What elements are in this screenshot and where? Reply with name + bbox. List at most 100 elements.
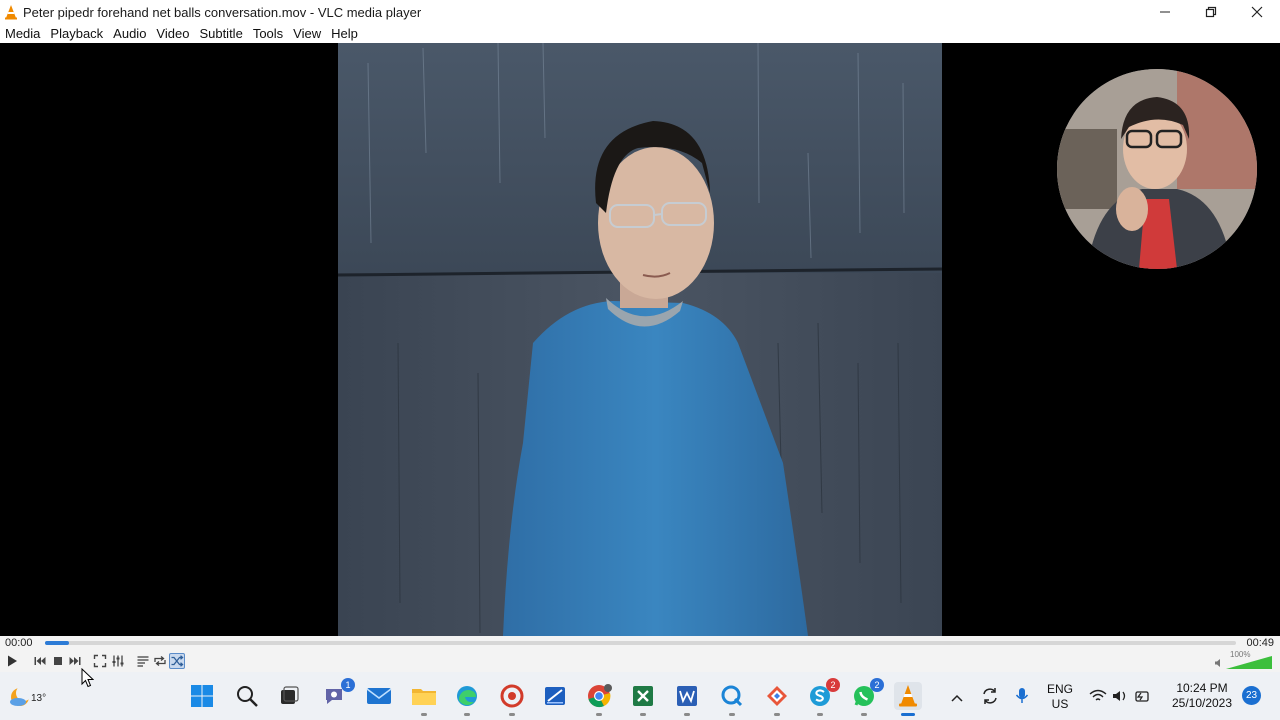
restore-icon bbox=[1205, 6, 1217, 18]
chrome-button[interactable] bbox=[585, 682, 613, 716]
show-hidden-icons-button[interactable] bbox=[950, 690, 964, 702]
chrome-icon bbox=[588, 684, 612, 708]
word-button[interactable] bbox=[673, 682, 701, 716]
vlc-icon bbox=[899, 685, 917, 707]
stop-button[interactable] bbox=[50, 653, 66, 669]
vlc-taskbar-button[interactable] bbox=[894, 682, 922, 716]
menu-audio[interactable]: Audio bbox=[108, 26, 151, 41]
word-icon bbox=[677, 686, 697, 706]
quick-settings-button[interactable] bbox=[1088, 686, 1154, 706]
seek-progress bbox=[45, 641, 69, 645]
weather-temperature: 13° bbox=[31, 693, 47, 704]
windows-icon bbox=[191, 685, 213, 707]
close-icon bbox=[1251, 6, 1263, 18]
folder-icon bbox=[412, 689, 436, 705]
task-view-icon bbox=[281, 686, 299, 704]
loop-button[interactable] bbox=[152, 653, 168, 669]
search-icon bbox=[237, 686, 258, 707]
playlist-button[interactable] bbox=[135, 653, 151, 669]
restore-button[interactable] bbox=[1188, 0, 1234, 24]
app-red-button[interactable] bbox=[498, 682, 526, 716]
previous-button[interactable] bbox=[32, 653, 48, 669]
quick-assist-icon bbox=[721, 685, 743, 707]
quick-assist-button[interactable] bbox=[718, 682, 746, 716]
next-icon bbox=[69, 657, 81, 665]
webcam-overlay bbox=[1057, 69, 1257, 269]
loop-icon bbox=[154, 655, 166, 667]
network-volume-battery-icons bbox=[1089, 689, 1149, 702]
skype-badge: 2 bbox=[826, 678, 840, 692]
volume-control[interactable]: 100% bbox=[1214, 650, 1274, 670]
window-controls bbox=[1142, 0, 1280, 24]
microphone-tray-button[interactable] bbox=[1014, 686, 1030, 706]
title-bar: Peter pipedr forehand net balls conversa… bbox=[0, 0, 1280, 24]
fullscreen-button[interactable] bbox=[92, 653, 108, 669]
play-button[interactable] bbox=[4, 653, 20, 669]
teams-badge: 1 bbox=[341, 678, 355, 692]
clock-time: 10:24 PM bbox=[1176, 681, 1228, 695]
running-indicator bbox=[596, 713, 602, 716]
running-indicator bbox=[421, 713, 427, 716]
language-indicator[interactable]: ENG US bbox=[1040, 682, 1080, 712]
language-code: ENG bbox=[1046, 682, 1073, 696]
skype-button[interactable]: 2 bbox=[806, 678, 840, 716]
keyboard-region: US bbox=[1051, 697, 1069, 711]
whatsapp-badge: 2 bbox=[870, 678, 884, 692]
weather-widget[interactable]: 13° bbox=[8, 684, 46, 712]
app-mixed-button[interactable] bbox=[763, 682, 791, 716]
menu-tools[interactable]: Tools bbox=[248, 26, 288, 41]
menu-help[interactable]: Help bbox=[326, 26, 363, 41]
excel-button[interactable] bbox=[629, 682, 657, 716]
webcam-image bbox=[1057, 69, 1257, 269]
seek-slider[interactable] bbox=[45, 641, 1236, 645]
running-indicator bbox=[640, 713, 646, 716]
running-indicator bbox=[509, 713, 515, 716]
total-duration: 00:49 bbox=[1246, 637, 1274, 649]
extended-settings-button[interactable] bbox=[110, 653, 126, 669]
shuffle-button[interactable] bbox=[169, 653, 185, 669]
minimize-icon bbox=[1160, 11, 1170, 13]
edge-icon bbox=[457, 686, 477, 706]
mail-button[interactable] bbox=[365, 682, 393, 710]
menu-playback[interactable]: Playback bbox=[45, 26, 108, 41]
windows-taskbar: 13° 1 2 2 ENG US 10:24 PM 25/10/2023 bbox=[0, 672, 1280, 720]
video-display[interactable] bbox=[0, 43, 1280, 636]
next-button[interactable] bbox=[67, 653, 83, 669]
previous-icon bbox=[34, 657, 46, 665]
teams-chat-button[interactable]: 1 bbox=[321, 678, 355, 710]
menu-subtitle[interactable]: Subtitle bbox=[194, 26, 247, 41]
notification-center-badge[interactable]: 23 bbox=[1242, 686, 1261, 705]
menu-view[interactable]: View bbox=[288, 26, 326, 41]
video-frame bbox=[338, 43, 942, 636]
speaker-icon bbox=[1215, 659, 1220, 667]
app-icon bbox=[767, 686, 787, 706]
edge-button[interactable] bbox=[453, 682, 481, 716]
excel-icon bbox=[633, 686, 653, 706]
vlc-window: Peter pipedr forehand net balls conversa… bbox=[0, 0, 1280, 720]
chevron-up-icon bbox=[951, 694, 963, 702]
video-content-image bbox=[338, 43, 942, 636]
running-indicator bbox=[684, 713, 690, 716]
sync-tray-button[interactable] bbox=[980, 686, 1000, 706]
start-button[interactable] bbox=[188, 682, 216, 710]
mail-icon bbox=[366, 688, 392, 704]
vlc-cone-icon bbox=[5, 5, 17, 20]
whatsapp-button[interactable]: 2 bbox=[850, 678, 884, 716]
file-explorer-button[interactable] bbox=[410, 682, 438, 716]
clock[interactable]: 10:24 PM 25/10/2023 bbox=[1164, 681, 1240, 711]
snip-icon bbox=[545, 687, 565, 705]
taskbar-search-button[interactable] bbox=[233, 682, 261, 710]
shuffle-icon bbox=[171, 655, 184, 667]
snipping-tool-button[interactable] bbox=[541, 682, 569, 710]
menu-media[interactable]: Media bbox=[0, 26, 45, 41]
close-button[interactable] bbox=[1234, 0, 1280, 24]
menu-video[interactable]: Video bbox=[151, 26, 194, 41]
elapsed-time: 00:00 bbox=[5, 637, 33, 649]
minimize-button[interactable] bbox=[1142, 0, 1188, 24]
task-view-button[interactable] bbox=[275, 682, 303, 710]
volume-slider[interactable] bbox=[1226, 656, 1272, 670]
stop-icon bbox=[54, 657, 62, 665]
playback-controls: 100% bbox=[0, 650, 1280, 672]
running-indicator bbox=[861, 713, 867, 716]
mouse-cursor-icon bbox=[81, 668, 94, 688]
